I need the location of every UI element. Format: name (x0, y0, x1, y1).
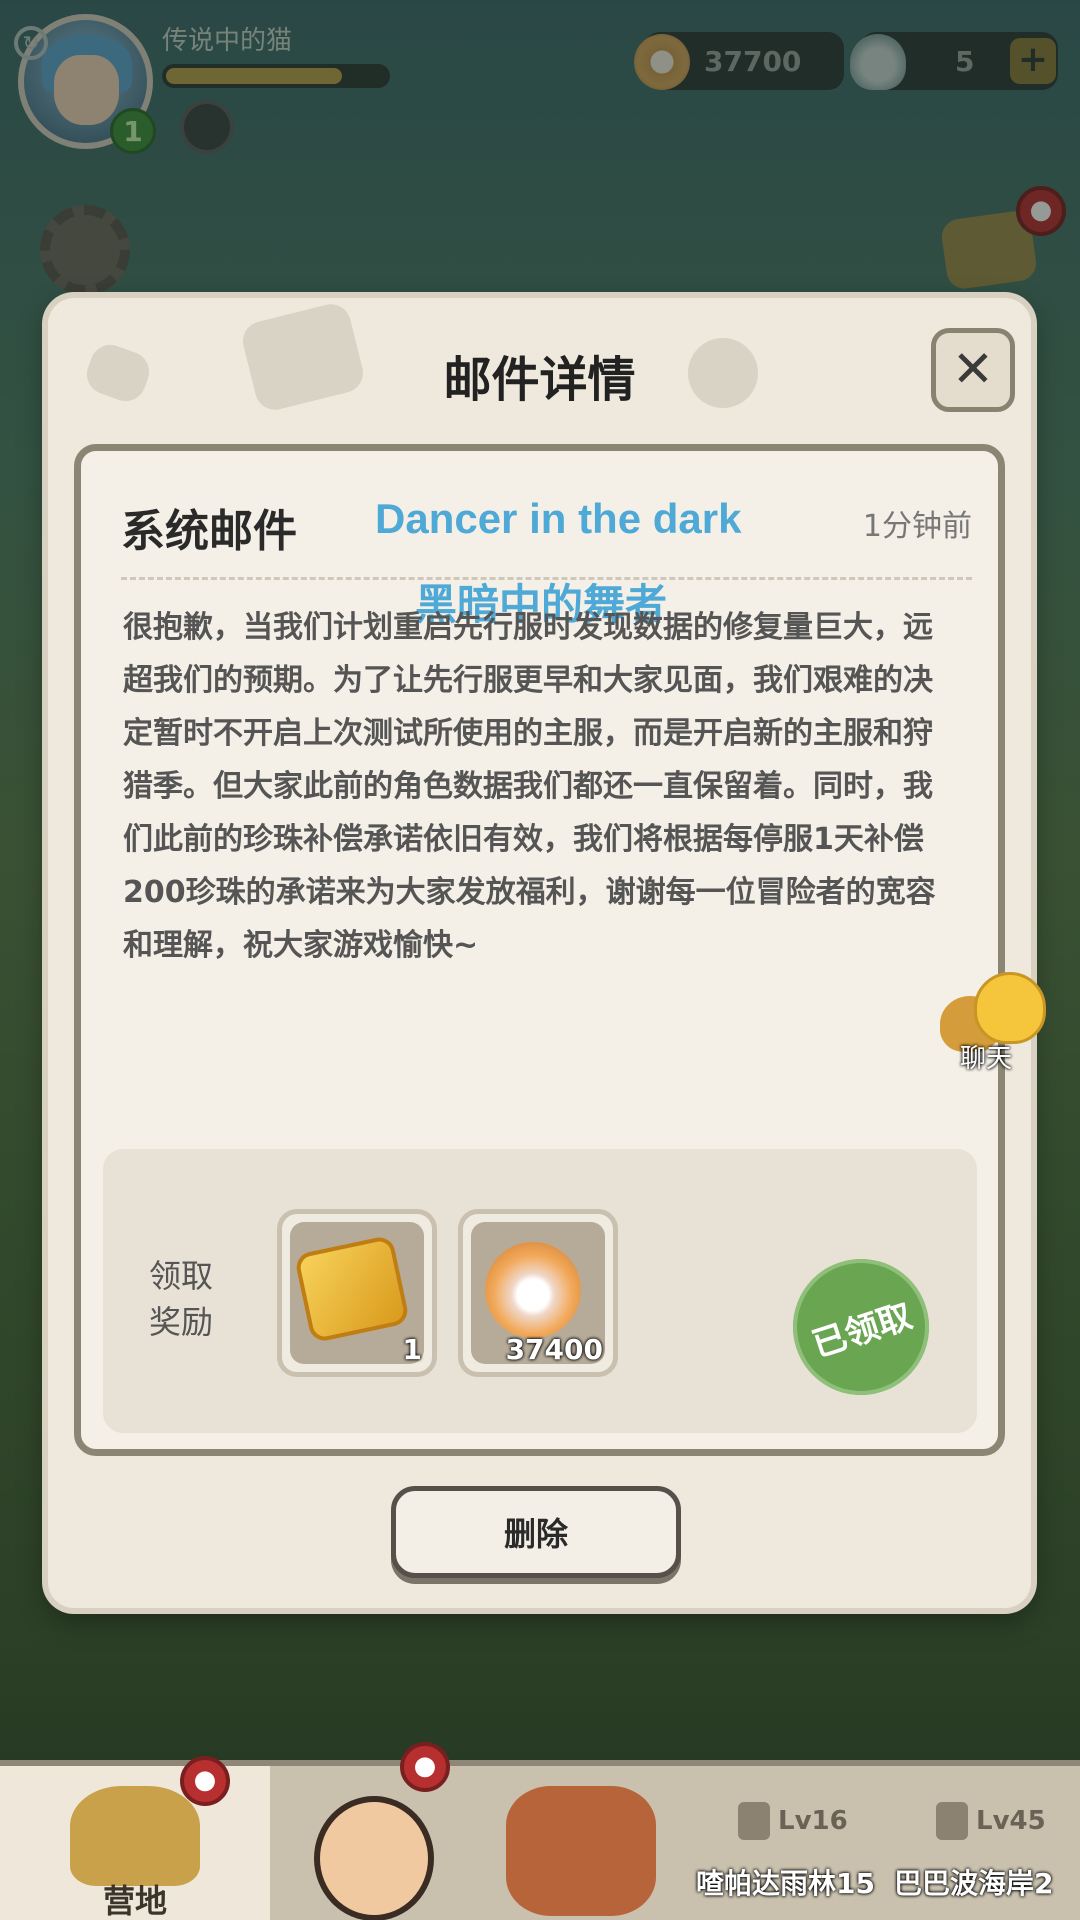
tab-totem[interactable] (490, 1766, 670, 1920)
claimed-stamp: 已领取 (775, 1241, 947, 1413)
stage-level: Lv45 (976, 1806, 1046, 1836)
character-portrait-icon (314, 1796, 434, 1920)
tab-character[interactable]: ● (290, 1742, 460, 1920)
stage-name: 巴巴波海岸2 (894, 1867, 1054, 1900)
stage-level: Lv16 (778, 1806, 848, 1836)
chat-button[interactable]: 聊天 (940, 972, 1050, 1074)
dialog-title: 邮件详情 (443, 352, 636, 408)
chat-bubble-icon (974, 972, 1046, 1044)
camp-hut-icon (70, 1786, 200, 1886)
mail-timestamp: 1分钟前 (862, 509, 972, 544)
tab-camp-label: 营地 (102, 1882, 167, 1920)
tab-stage-1[interactable]: Lv16 喳帕达雨林15 (690, 1766, 875, 1920)
tab-camp[interactable]: ● 营地 (0, 1756, 270, 1920)
close-button[interactable]: ✕ (931, 328, 1015, 412)
mail-sender: 系统邮件 (121, 506, 297, 557)
stage-name: 喳帕达雨林15 (696, 1867, 875, 1900)
reward-count: 37400 (505, 1333, 603, 1366)
lock-icon (738, 1802, 770, 1840)
tab-stage-2[interactable]: Lv45 巴巴波海岸2 (894, 1766, 1080, 1920)
delete-button[interactable]: 删除 (391, 1486, 681, 1578)
pearl-icon (485, 1242, 581, 1338)
reward-count: 1 (402, 1333, 422, 1366)
notification-bell-icon: ● (400, 1742, 450, 1792)
notification-bell-icon: ● (180, 1756, 230, 1806)
watermark-english: Dancer in the dark (375, 495, 742, 542)
reward-item-map[interactable]: 1 (277, 1209, 437, 1377)
lock-icon (936, 1802, 968, 1840)
chat-label: 聊天 (960, 1044, 1013, 1074)
totem-mask-icon (506, 1786, 656, 1916)
reward-label: 领取奖励 (149, 1257, 214, 1341)
mail-body: 很抱歉，当我们计划重启先行服时发现数据的修复量巨大，远超我们的预期。为了让先行服… (123, 610, 936, 963)
mail-panel: 系统邮件 Dancer in the dark 1分钟前 黑暗中的舞者 很抱歉，… (74, 444, 1005, 1456)
mail-detail-dialog: 邮件详情 ✕ 系统邮件 Dancer in the dark 1分钟前 黑暗中的… (48, 298, 1031, 1608)
reward-section: 领取奖励 1 37400 已领取 (103, 1149, 977, 1433)
bottom-nav: ● 营地 ● Lv16 喳帕达雨林15 Lv45 巴巴波海岸2 (0, 1742, 1080, 1920)
reward-item-pearl[interactable]: 37400 (458, 1209, 618, 1377)
